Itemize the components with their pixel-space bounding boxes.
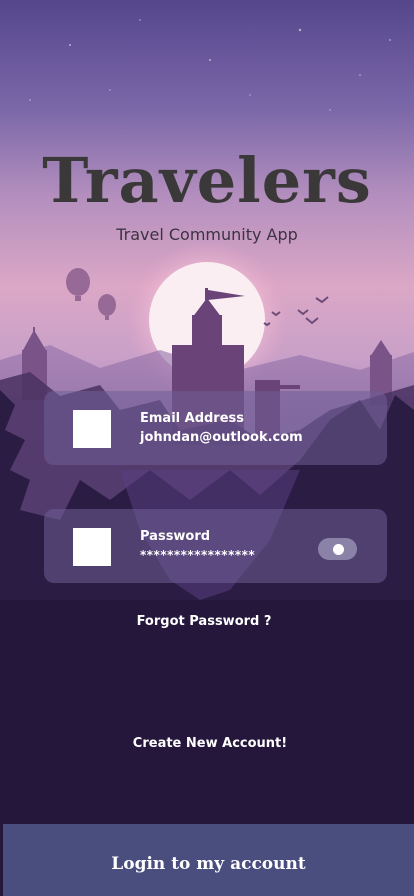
eye-icon bbox=[333, 544, 344, 555]
create-account-link[interactable]: Create New Account! bbox=[3, 736, 414, 752]
app-title: Travelers bbox=[42, 144, 372, 217]
password-label: Password bbox=[140, 529, 211, 544]
email-field[interactable]: Email Address johndan@outlook.com bbox=[44, 391, 387, 465]
password-field[interactable]: Password ***************** bbox=[44, 509, 387, 583]
email-label: Email Address bbox=[140, 411, 245, 426]
forgot-password-link[interactable]: Forgot Password ? bbox=[0, 614, 411, 630]
lock-icon bbox=[73, 528, 111, 566]
envelope-icon bbox=[73, 410, 111, 448]
app-subtitle: Travel Community App bbox=[116, 225, 298, 244]
email-input[interactable]: johndan@outlook.com bbox=[140, 430, 303, 446]
password-visibility-toggle[interactable] bbox=[318, 538, 357, 560]
login-button[interactable]: Login to my account bbox=[3, 824, 414, 896]
login-screen: Travelers Travel Community App Email Add… bbox=[0, 0, 414, 896]
password-input[interactable]: ***************** bbox=[140, 547, 255, 563]
